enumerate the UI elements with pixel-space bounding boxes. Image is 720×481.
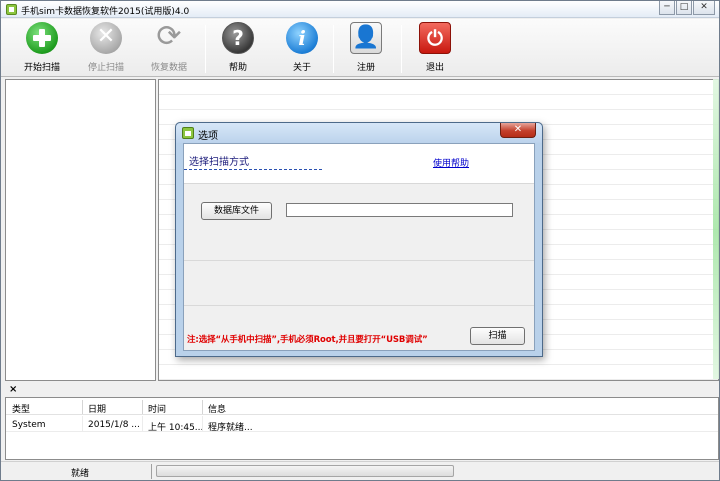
dialog-body: 选择扫描方式 使用帮助 数据库文件 注:选择“从手机中扫描”,手机必须Root,… xyxy=(183,143,535,351)
refresh-icon: ⟳ xyxy=(156,19,182,54)
stop-scan-button[interactable]: ✕ 停止扫描 xyxy=(79,22,133,76)
log-close-icon[interactable]: × xyxy=(9,384,17,395)
help-icon: ? xyxy=(222,22,254,54)
usb-debug-note: 注:选择“从手机中扫描”,手机必须Root,并且要打开“USB调试” xyxy=(187,335,428,345)
column-info[interactable]: 信息 xyxy=(208,402,226,415)
toolbar-separator xyxy=(205,25,206,73)
about-button[interactable]: i 关于 xyxy=(275,22,329,76)
close-button[interactable]: ✕ xyxy=(693,1,715,15)
window-title: 手机sim卡数据恢复软件2015(试用版)4.0 xyxy=(21,7,190,17)
restore-data-label: 恢复数据 xyxy=(150,63,187,73)
power-icon: ⏻ xyxy=(419,22,451,54)
maximize-icon: □ xyxy=(679,2,689,12)
table-row[interactable]: System 2015/1/8 ... 上午 10:45... 程序就绪... xyxy=(6,416,718,433)
column-time[interactable]: 时间 xyxy=(148,402,166,415)
user-icon: 👤 xyxy=(350,22,382,54)
toolbar-separator xyxy=(333,25,334,73)
exit-button[interactable]: ⏻ 退出 xyxy=(408,22,462,76)
exit-label: 退出 xyxy=(425,63,444,73)
column-type[interactable]: 类型 xyxy=(12,402,30,415)
stop-scan-label: 停止扫描 xyxy=(87,63,124,73)
edge-decoration xyxy=(713,79,719,379)
about-label: 关于 xyxy=(292,63,311,73)
minimize-button[interactable]: ─ xyxy=(659,1,675,15)
log-header: 类型 日期 时间 信息 xyxy=(6,398,718,415)
options-dialog: 选项 ✕ 选择扫描方式 使用帮助 数据库文件 注:选择“从手机中扫描”,手机必须… xyxy=(175,122,543,357)
cell-type: System xyxy=(12,420,46,430)
status-text: 就绪 xyxy=(71,469,90,479)
column-date[interactable]: 日期 xyxy=(88,402,106,415)
dialog-title: 选项 xyxy=(198,131,218,142)
toolbar-separator xyxy=(401,25,402,73)
start-scan-label: 开始扫描 xyxy=(23,63,60,73)
left-pane[interactable] xyxy=(5,79,156,381)
dialog-divider xyxy=(184,305,534,306)
section-underline xyxy=(184,169,322,170)
plus-icon xyxy=(26,22,58,54)
restore-data-button[interactable]: ⟳ 恢复数据 xyxy=(142,19,196,76)
toolbar: 开始扫描 ✕ 停止扫描 ⟳ 恢复数据 ? 帮助 i 关于 👤 注册 ⏻ 退出 xyxy=(1,19,719,77)
cell-info: 程序就绪... xyxy=(208,423,253,433)
close-icon: ✕ xyxy=(513,124,523,135)
dialog-close-button[interactable]: ✕ xyxy=(500,123,536,138)
status-divider xyxy=(151,464,152,479)
stop-icon: ✕ xyxy=(90,22,122,54)
database-file-input[interactable] xyxy=(286,203,513,217)
dialog-header: 选择扫描方式 使用帮助 xyxy=(184,144,534,184)
scan-mode-title: 选择扫描方式 xyxy=(189,157,249,168)
help-button[interactable]: ? 帮助 xyxy=(211,22,265,76)
help-label: 帮助 xyxy=(228,63,247,73)
maximize-button[interactable]: □ xyxy=(676,1,692,15)
log-table: 类型 日期 时间 信息 System 2015/1/8 ... 上午 10:45… xyxy=(5,397,719,460)
close-icon: ✕ xyxy=(700,2,708,12)
minimize-icon: ─ xyxy=(664,2,670,12)
window-controls: ─ □ ✕ xyxy=(658,1,715,17)
status-bar: 就绪 xyxy=(1,461,719,480)
scan-button[interactable]: 扫描 xyxy=(470,327,525,345)
progress-bar xyxy=(156,465,454,477)
register-label: 注册 xyxy=(356,63,375,73)
cell-time: 上午 10:45... xyxy=(148,423,204,433)
cell-date: 2015/1/8 ... xyxy=(88,420,140,430)
info-icon: i xyxy=(286,22,318,54)
database-file-button[interactable]: 数据库文件 xyxy=(201,202,272,220)
dialog-divider xyxy=(184,260,534,261)
help-link[interactable]: 使用帮助 xyxy=(433,156,469,169)
app-icon xyxy=(182,127,194,139)
dialog-title-bar[interactable]: 选项 ✕ xyxy=(176,123,542,143)
app-icon xyxy=(6,4,17,15)
start-scan-button[interactable]: 开始扫描 xyxy=(15,22,69,76)
title-bar[interactable]: 手机sim卡数据恢复软件2015(试用版)4.0 ─ □ ✕ xyxy=(1,1,719,18)
register-button[interactable]: 👤 注册 xyxy=(339,22,393,76)
